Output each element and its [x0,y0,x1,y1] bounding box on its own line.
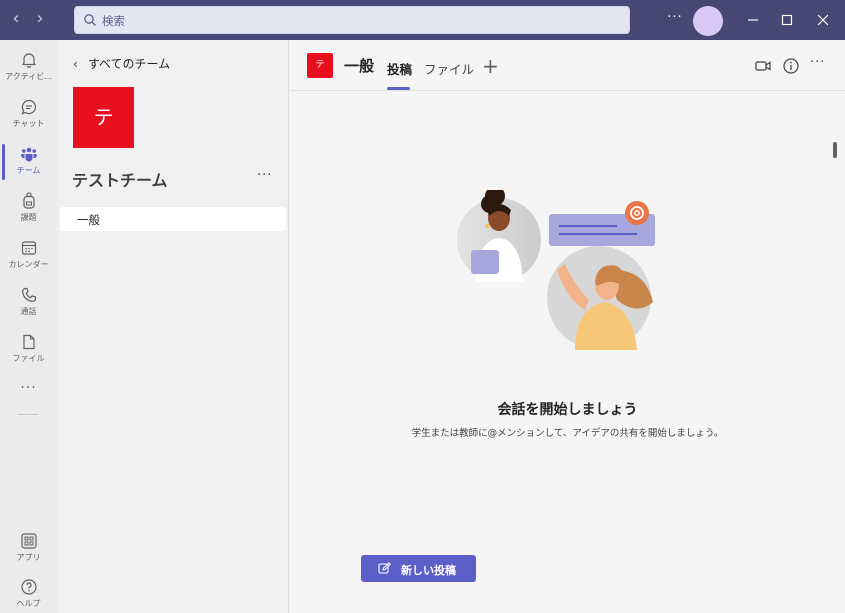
file-icon [22,334,35,350]
rail-item-assignments[interactable]: 課題 [0,186,57,232]
channel-team-avatar: テ [307,53,333,78]
rail-item-files[interactable]: ファイル [0,327,57,373]
all-teams-link[interactable]: ‹ すべてのチーム [73,55,170,72]
search-placeholder: 検索 [102,14,125,28]
phone-icon [21,287,36,302]
chevron-left-icon: ‹ [73,57,78,71]
rail-label: ファイル [12,354,45,363]
active-tab-indicator [387,87,410,90]
empty-state-subtitle: 学生または教師に@メンションして、アイデアの共有を開始しましょう。 [411,428,724,439]
rail-label: ヘルプ [16,599,41,608]
team-avatar: テ [73,87,134,148]
rail-label: チャット [12,119,45,128]
all-teams-label: すべてのチーム [87,57,171,71]
rail-label: アクティビ... [5,72,52,81]
empty-state-title: 会話を開始しましょう [497,402,638,418]
rail-item-calls[interactable]: 通話 [0,280,57,326]
compose-icon [378,562,391,574]
title-bar: ‹ › 検索 ··· [0,0,845,40]
rail-label: アプリ [16,553,41,562]
team-name: テストチーム [72,171,168,190]
close-icon[interactable] [813,10,833,30]
rail-divider [18,414,38,415]
conversation-illustration [457,190,655,350]
minimize-icon[interactable] [743,10,763,30]
more-apps-button[interactable]: ··· [0,380,57,396]
search-input[interactable]: 検索 [74,6,630,34]
info-icon[interactable] [782,57,800,75]
channel-header: テ 一般 投稿 ファイル + ··· [290,40,845,91]
bell-icon [21,53,36,68]
help-icon [20,579,37,595]
chat-icon [21,99,36,115]
channel-item-general[interactable]: 一般 [60,207,286,231]
tab-files[interactable]: ファイル [424,59,474,78]
maximize-icon[interactable] [777,10,797,30]
new-post-label: 新しい投稿 [401,564,456,577]
tab-posts[interactable]: 投稿 [387,59,412,78]
teams-icon [20,147,37,162]
back-arrow-icon[interactable]: ‹ [6,9,26,29]
rail-label: カレンダー [8,260,49,269]
video-icon[interactable] [754,57,772,75]
calendar-icon [21,241,36,255]
rail-item-apps[interactable]: アプリ [0,526,57,572]
rail-item-chat[interactable]: チャット [0,92,57,138]
channel-title: 一般 [344,57,375,75]
channel-more-button[interactable]: ··· [810,55,825,70]
rail-item-activity[interactable]: アクティビ... [0,45,57,91]
rail-label: 通話 [20,307,37,316]
rail-item-help[interactable]: ヘルプ [0,572,57,613]
channel-main: テ 一般 投稿 ファイル + ··· 会話を開始しましょう 学生または教師に@メ… [290,40,845,613]
search-icon [84,14,96,26]
app-rail: アクティビ... チャット チーム 課題 カレンダー 通話 ファイル ··· ア… [0,40,57,613]
team-more-button[interactable]: ··· [257,168,277,183]
new-post-button[interactable]: 新しい投稿 [361,555,476,582]
backpack-icon [22,192,35,209]
rail-item-calendar[interactable]: カレンダー [0,233,57,279]
channel-label: 一般 [77,213,100,227]
rail-label: 課題 [20,213,37,222]
settings-more-button[interactable]: ··· [665,10,685,30]
team-pane: ‹ すべてのチーム テ テストチーム ··· 一般 [57,40,289,613]
scrollbar[interactable] [833,142,837,158]
rail-label: チーム [16,166,41,175]
forward-arrow-icon[interactable]: › [30,9,50,29]
rail-item-teams[interactable]: チーム [0,139,57,185]
avatar[interactable] [693,6,723,36]
add-tab-button[interactable]: + [482,54,499,78]
apps-icon [20,533,37,549]
